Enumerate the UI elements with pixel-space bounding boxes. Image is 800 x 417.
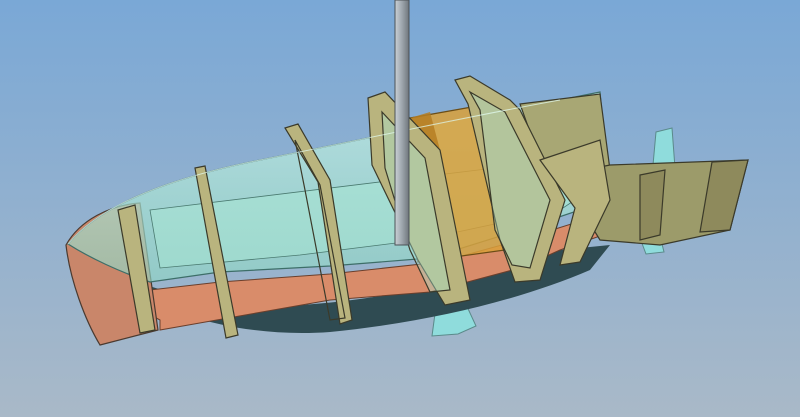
3d-viewport[interactable]: [0, 0, 800, 417]
boat-model-scene[interactable]: [0, 0, 800, 417]
mast[interactable]: [394, 0, 410, 246]
